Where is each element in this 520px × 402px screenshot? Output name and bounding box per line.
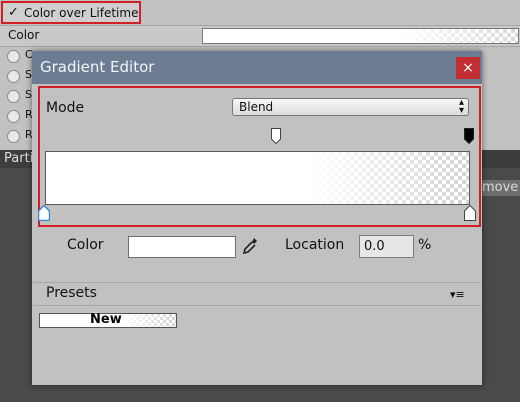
gradient-preview[interactable] [45, 151, 470, 205]
color-gradient-field[interactable] [202, 28, 519, 44]
color-over-lifetime-header[interactable]: ✓ Color over Lifetime [1, 1, 141, 24]
checkmark-icon[interactable]: ✓ [8, 6, 20, 19]
row-letter: S [25, 68, 32, 81]
sub-row: C [0, 48, 33, 63]
color-label: Color [67, 237, 104, 253]
color-key-icon[interactable] [464, 205, 476, 221]
row-letter: S [25, 88, 32, 101]
mode-value: Blend [239, 100, 274, 114]
color-key-icon[interactable] [38, 205, 50, 221]
alpha-key-icon[interactable] [271, 128, 281, 144]
color-field[interactable] [128, 236, 236, 258]
color-property-label: Color [8, 28, 40, 42]
bullet-icon[interactable] [7, 90, 20, 103]
eyedropper-icon[interactable] [241, 236, 259, 256]
presets-label: Presets [46, 285, 97, 301]
presets-header [33, 282, 481, 306]
percent-sign: % [418, 237, 432, 253]
bullet-icon[interactable] [7, 130, 20, 143]
alpha-key-icon[interactable] [464, 128, 474, 144]
bullet-icon[interactable] [7, 70, 20, 83]
color-property-row: Color [0, 25, 520, 47]
location-label: Location [285, 237, 345, 253]
sub-row: S [0, 68, 32, 83]
dialog-title: Gradient Editor [40, 58, 155, 76]
close-button[interactable]: × [456, 57, 480, 79]
bullet-icon[interactable] [7, 50, 20, 63]
mode-label: Mode [46, 100, 85, 116]
sub-row: S [0, 88, 32, 103]
dialog-titlebar[interactable]: Gradient Editor × [32, 51, 482, 84]
new-preset-label: New [90, 312, 122, 327]
particle-bar-label: Parti [4, 151, 34, 166]
sub-row: R [0, 128, 33, 143]
sub-row: R [0, 108, 33, 123]
bullet-icon[interactable] [7, 110, 20, 123]
dropdown-arrows-icon: ▴ ▾ [458, 97, 464, 116]
module-label: Color over Lifetime [24, 5, 139, 20]
mode-dropdown[interactable]: Blend ▴ ▾ [232, 98, 469, 116]
presets-menu-icon[interactable]: ▾≡ [450, 288, 470, 301]
close-icon: × [462, 60, 474, 76]
location-field[interactable]: 0.0 [359, 235, 414, 258]
new-preset-button[interactable]: New [39, 312, 177, 328]
remove-button-fragment[interactable]: move [478, 180, 520, 196]
